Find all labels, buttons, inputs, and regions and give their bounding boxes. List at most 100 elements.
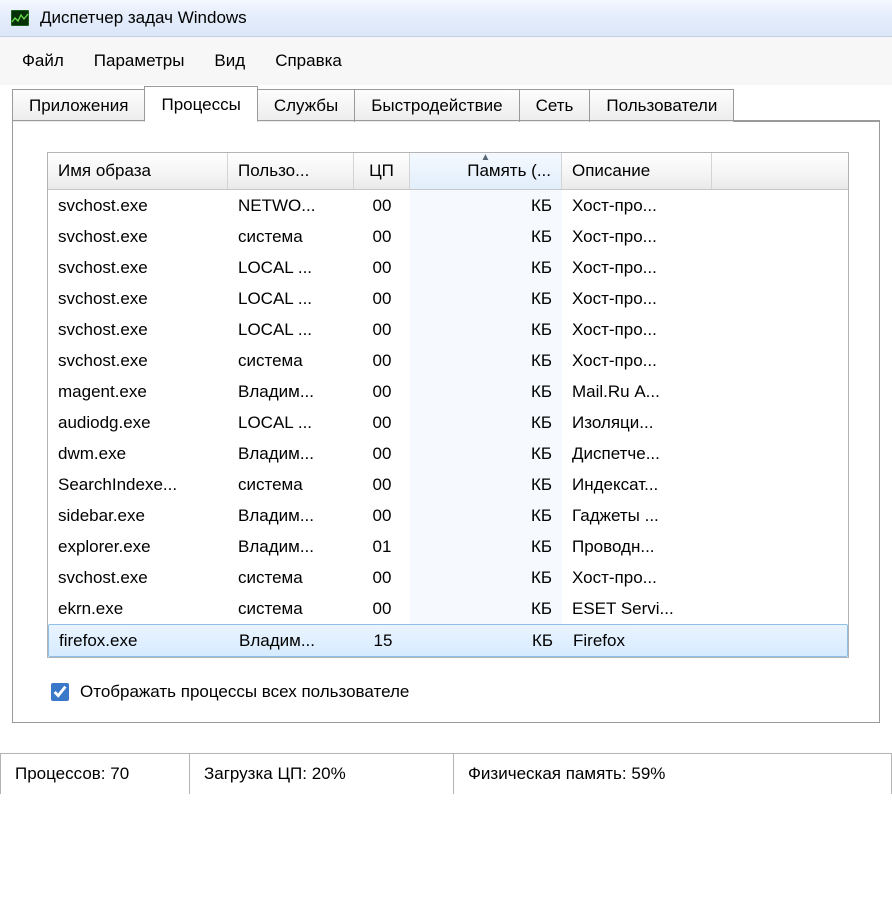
cell-name: audiodg.exe bbox=[48, 407, 228, 438]
table-row[interactable]: firefox.exeВладим...15КБFirefox bbox=[48, 624, 848, 657]
cell-name: svchost.exe bbox=[48, 221, 228, 252]
cell-memory: КБ bbox=[410, 345, 562, 376]
cell-user: Владим... bbox=[228, 376, 354, 407]
cell-memory: КБ bbox=[410, 283, 562, 314]
cell-user: система bbox=[228, 593, 354, 624]
cell-memory: КБ bbox=[410, 531, 562, 562]
cell-user: Владим... bbox=[229, 625, 355, 656]
cell-name: svchost.exe bbox=[48, 190, 228, 221]
menu-file[interactable]: Файл bbox=[8, 47, 78, 75]
cell-cpu: 00 bbox=[354, 190, 410, 221]
column-user[interactable]: Пользо... bbox=[228, 153, 354, 189]
table-row[interactable]: audiodg.exeLOCAL ...00КБИзоляци... bbox=[48, 407, 848, 438]
column-spacer bbox=[712, 153, 848, 189]
cell-user: Владим... bbox=[228, 438, 354, 469]
status-memory: Физическая память: 59% bbox=[454, 754, 892, 794]
table-row[interactable]: svchost.exeсистема00КБХост-про... bbox=[48, 221, 848, 252]
cell-description: Проводн... bbox=[562, 531, 712, 562]
table-row[interactable]: sidebar.exeВладим...00КБГаджеты ... bbox=[48, 500, 848, 531]
cell-user: NETWO... bbox=[228, 190, 354, 221]
cell-user: LOCAL ... bbox=[228, 252, 354, 283]
cell-name: svchost.exe bbox=[48, 252, 228, 283]
cell-memory: КБ bbox=[410, 407, 562, 438]
table-row[interactable]: dwm.exeВладим...00КБДиспетче... bbox=[48, 438, 848, 469]
cell-cpu: 00 bbox=[354, 221, 410, 252]
app-icon bbox=[10, 9, 30, 27]
cell-name: explorer.exe bbox=[48, 531, 228, 562]
cell-description: Хост-про... bbox=[562, 190, 712, 221]
status-bar: Процессов: 70 Загрузка ЦП: 20% Физическа… bbox=[0, 753, 892, 794]
cell-name: dwm.exe bbox=[48, 438, 228, 469]
cell-name: magent.exe bbox=[48, 376, 228, 407]
cell-description: Хост-про... bbox=[562, 562, 712, 593]
tab-network[interactable]: Сеть bbox=[519, 89, 591, 122]
table-row[interactable]: magent.exeВладим...00КБMail.Ru А... bbox=[48, 376, 848, 407]
column-memory[interactable]: ▲ Память (... bbox=[410, 153, 562, 189]
table-row[interactable]: ekrn.exeсистема00КБESET Servi... bbox=[48, 593, 848, 624]
cell-name: SearchIndexe... bbox=[48, 469, 228, 500]
table-row[interactable]: svchost.exeLOCAL ...00КБХост-про... bbox=[48, 252, 848, 283]
cell-cpu: 00 bbox=[354, 376, 410, 407]
tab-processes[interactable]: Процессы bbox=[144, 86, 257, 122]
tab-content: Имя образа Пользо... ЦП ▲ Память (... Оп… bbox=[12, 121, 880, 723]
column-memory-label: Память (... bbox=[467, 161, 551, 180]
window-title: Диспетчер задач Windows bbox=[40, 8, 247, 28]
cell-memory: КБ bbox=[410, 438, 562, 469]
menu-help[interactable]: Справка bbox=[261, 47, 356, 75]
table-row[interactable]: explorer.exeВладим...01КБПроводн... bbox=[48, 531, 848, 562]
cell-description: ESET Servi... bbox=[562, 593, 712, 624]
menu-view[interactable]: Вид bbox=[200, 47, 259, 75]
cell-memory: КБ bbox=[410, 221, 562, 252]
cell-cpu: 01 bbox=[354, 531, 410, 562]
cell-name: svchost.exe bbox=[48, 283, 228, 314]
cell-user: система bbox=[228, 469, 354, 500]
cell-memory: КБ bbox=[410, 190, 562, 221]
cell-cpu: 15 bbox=[355, 625, 411, 656]
title-bar: Диспетчер задач Windows bbox=[0, 0, 892, 37]
cell-cpu: 00 bbox=[354, 345, 410, 376]
tab-users[interactable]: Пользователи bbox=[589, 89, 734, 122]
menu-bar: Файл Параметры Вид Справка bbox=[0, 37, 892, 85]
cell-memory: КБ bbox=[410, 376, 562, 407]
cell-cpu: 00 bbox=[354, 252, 410, 283]
cell-memory: КБ bbox=[410, 252, 562, 283]
show-all-users-checkbox[interactable] bbox=[51, 683, 69, 701]
table-body: svchost.exeNETWO...00КБХост-про...svchos… bbox=[48, 190, 848, 657]
cell-description: Хост-про... bbox=[562, 221, 712, 252]
cell-description: Mail.Ru А... bbox=[562, 376, 712, 407]
tab-performance[interactable]: Быстродействие bbox=[354, 89, 519, 122]
cell-cpu: 00 bbox=[354, 469, 410, 500]
table-row[interactable]: svchost.exeLOCAL ...00КБХост-про... bbox=[48, 314, 848, 345]
menu-options[interactable]: Параметры bbox=[80, 47, 199, 75]
cell-name: svchost.exe bbox=[48, 562, 228, 593]
cell-memory: КБ bbox=[410, 593, 562, 624]
cell-user: LOCAL ... bbox=[228, 283, 354, 314]
cell-name: svchost.exe bbox=[48, 345, 228, 376]
cell-description: Диспетче... bbox=[562, 438, 712, 469]
tab-applications[interactable]: Приложения bbox=[12, 89, 145, 122]
tab-services[interactable]: Службы bbox=[257, 89, 355, 122]
cell-description: Гаджеты ... bbox=[562, 500, 712, 531]
table-row[interactable]: SearchIndexe...система00КБИндексат... bbox=[48, 469, 848, 500]
table-row[interactable]: svchost.exeсистема00КБХост-про... bbox=[48, 562, 848, 593]
show-all-users-row: Отображать процессы всех пользователе bbox=[47, 680, 849, 704]
column-cpu[interactable]: ЦП bbox=[354, 153, 410, 189]
table-row[interactable]: svchost.exeNETWO...00КБХост-про... bbox=[48, 190, 848, 221]
cell-cpu: 00 bbox=[354, 283, 410, 314]
column-name[interactable]: Имя образа bbox=[48, 153, 228, 189]
cell-cpu: 00 bbox=[354, 438, 410, 469]
show-all-users-label: Отображать процессы всех пользователе bbox=[80, 682, 409, 702]
cell-user: LOCAL ... bbox=[228, 314, 354, 345]
cell-description: Хост-про... bbox=[562, 345, 712, 376]
cell-user: система bbox=[228, 562, 354, 593]
cell-description: Хост-про... bbox=[562, 314, 712, 345]
cell-user: система bbox=[228, 345, 354, 376]
table-row[interactable]: svchost.exeLOCAL ...00КБХост-про... bbox=[48, 283, 848, 314]
cell-name: sidebar.exe bbox=[48, 500, 228, 531]
cell-cpu: 00 bbox=[354, 593, 410, 624]
table-row[interactable]: svchost.exeсистема00КБХост-про... bbox=[48, 345, 848, 376]
cell-cpu: 00 bbox=[354, 562, 410, 593]
cell-description: Хост-про... bbox=[562, 283, 712, 314]
column-description[interactable]: Описание bbox=[562, 153, 712, 189]
cell-description: Изоляци... bbox=[562, 407, 712, 438]
